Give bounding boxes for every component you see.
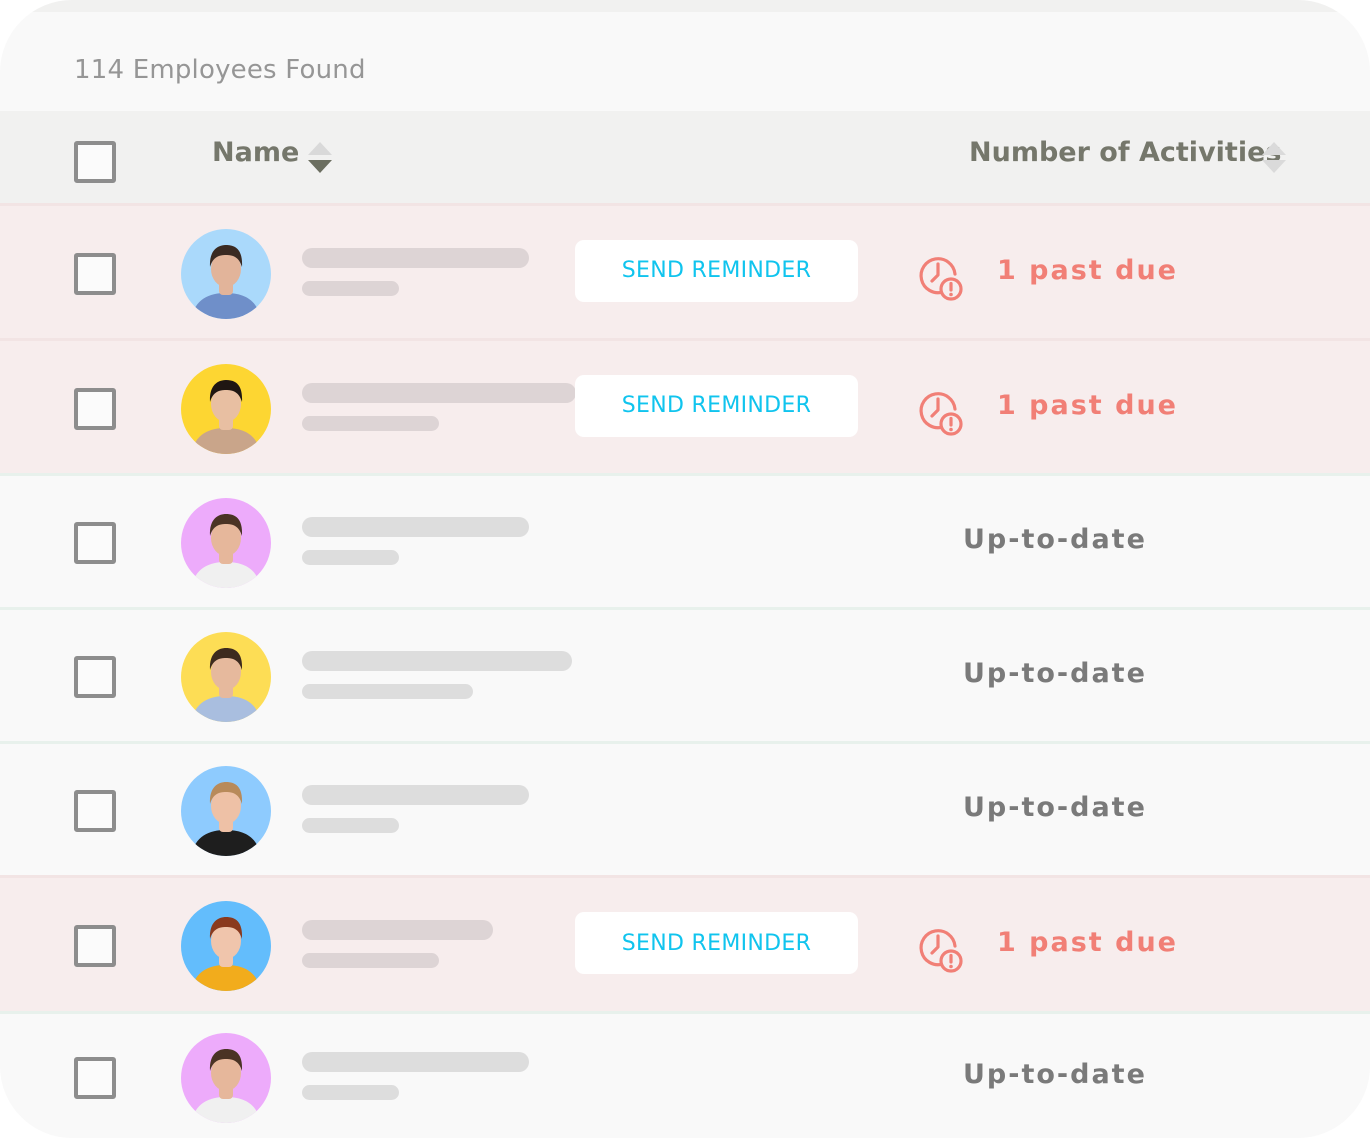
- detail-placeholder: [302, 818, 399, 833]
- row-checkbox[interactable]: [74, 252, 116, 295]
- sort-icon[interactable]: [307, 141, 333, 175]
- row-checkbox[interactable]: [74, 387, 116, 430]
- send-reminder-button[interactable]: SEND REMINDER: [575, 239, 858, 302]
- detail-placeholder: [302, 550, 399, 565]
- person-photo-icon: [181, 901, 271, 991]
- avatar: [181, 228, 271, 319]
- detail-placeholder: [302, 953, 439, 968]
- row-checkbox[interactable]: [74, 790, 116, 832]
- table-row: SEND REMINDER 1 past due: [0, 875, 1370, 1011]
- up-to-date-status: Up-to-date: [963, 658, 1147, 689]
- employee-list-card: 114 Employees Found Name Number of Activ…: [0, 0, 1370, 1138]
- past-due-status: 1 past due: [997, 389, 1178, 421]
- detail-placeholder: [302, 684, 473, 699]
- card-top-band: [0, 0, 1370, 12]
- row-checkbox[interactable]: [74, 925, 116, 967]
- up-to-date-status: Up-to-date: [963, 524, 1147, 555]
- name-placeholder: [302, 785, 529, 805]
- sort-icon[interactable]: [1261, 141, 1287, 175]
- column-header-name[interactable]: Name: [212, 137, 299, 168]
- name-placeholder: [302, 247, 529, 268]
- avatar: [181, 766, 271, 856]
- past-due-status: 1 past due: [997, 254, 1178, 286]
- table-row: SEND REMINDER 1 past due: [0, 338, 1370, 473]
- avatar: [181, 632, 271, 722]
- table-row: Up-to-date: [0, 741, 1370, 875]
- row-checkbox[interactable]: [74, 522, 116, 564]
- overdue-clock-icon: [913, 250, 965, 302]
- name-placeholder: [302, 920, 493, 940]
- up-to-date-status: Up-to-date: [963, 1058, 1147, 1090]
- table-row: Up-to-date: [0, 607, 1370, 741]
- avatar: [181, 1032, 271, 1123]
- detail-placeholder: [302, 415, 439, 431]
- past-due-status: 1 past due: [997, 927, 1178, 958]
- avatar: [181, 498, 271, 588]
- row-checkbox[interactable]: [74, 1056, 116, 1099]
- name-placeholder: [302, 1051, 529, 1072]
- person-photo-icon: [181, 228, 271, 319]
- detail-placeholder: [302, 1084, 399, 1100]
- column-header-activities[interactable]: Number of Activities: [969, 137, 1281, 168]
- overdue-clock-icon: [913, 385, 965, 437]
- send-reminder-button[interactable]: SEND REMINDER: [575, 912, 858, 974]
- person-photo-icon: [181, 632, 271, 722]
- select-all-checkbox[interactable]: [74, 141, 116, 183]
- table-header: Name Number of Activities: [0, 111, 1370, 203]
- name-placeholder: [302, 651, 572, 671]
- avatar: [181, 363, 271, 454]
- avatar: [181, 901, 271, 991]
- up-to-date-status: Up-to-date: [963, 792, 1147, 823]
- person-photo-icon: [181, 498, 271, 588]
- table-row: Up-to-date: [0, 1011, 1370, 1138]
- name-placeholder: [302, 382, 576, 403]
- detail-placeholder: [302, 280, 399, 296]
- person-photo-icon: [181, 766, 271, 856]
- row-checkbox[interactable]: [74, 656, 116, 698]
- overdue-clock-icon: [913, 922, 965, 974]
- table-row: Up-to-date: [0, 473, 1370, 607]
- send-reminder-button[interactable]: SEND REMINDER: [575, 374, 858, 437]
- results-count: 114 Employees Found: [74, 55, 366, 85]
- table-row: SEND REMINDER 1 past due: [0, 203, 1370, 338]
- person-photo-icon: [181, 363, 271, 454]
- name-placeholder: [302, 517, 529, 537]
- person-photo-icon: [181, 1032, 271, 1123]
